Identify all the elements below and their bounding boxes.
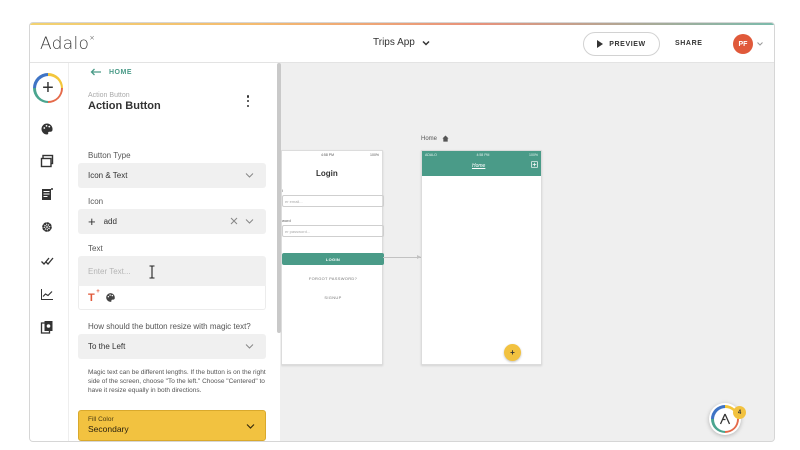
login-screen[interactable]: 4:58 PM 100% Login l er email... word er… — [281, 150, 384, 365]
button-type-value: Icon & Text — [88, 171, 128, 180]
icon-value: add — [103, 217, 117, 226]
app-selector[interactable]: Trips App — [373, 37, 431, 48]
fill-color-value: Secondary — [88, 424, 129, 434]
screen-label-home[interactable]: Home — [421, 135, 449, 142]
chevron-down-icon — [246, 424, 255, 429]
home-app-bar: ADALO 4:58 PM 100% Home — [422, 151, 541, 176]
preview-button[interactable]: PREVIEW — [583, 32, 660, 56]
fill-color-select[interactable]: Fill Color Secondary — [78, 410, 266, 441]
chevron-down-icon — [245, 344, 254, 349]
add-icon[interactable] — [531, 161, 538, 168]
component-type-label: Action Button — [88, 92, 130, 99]
palette-icon[interactable] — [40, 122, 54, 136]
text-label: Text — [88, 244, 103, 253]
analytics-icon[interactable] — [40, 287, 54, 301]
builder-canvas[interactable]: 4:58 PM 100% Login l er email... word er… — [281, 63, 774, 441]
chevron-down-icon[interactable] — [756, 40, 764, 48]
screen-link-arrow — [383, 255, 421, 259]
magic-text-icon[interactable]: T + — [88, 289, 100, 304]
login-button[interactable]: LOGIN — [282, 253, 384, 265]
magic-text-help: Magic text can be different lengths. If … — [88, 369, 266, 394]
screens-icon[interactable] — [40, 154, 54, 168]
clone-icon[interactable] — [40, 320, 54, 334]
top-header: Adalo× Trips App PREVIEW SHARE PF — [30, 25, 774, 63]
button-type-select[interactable]: Icon & Text — [78, 163, 266, 188]
text-cursor-icon — [149, 265, 155, 279]
text-placeholder: Enter Text... — [88, 266, 131, 276]
chevron-down-icon — [245, 173, 254, 178]
password-label: word — [282, 218, 291, 223]
app-window: Adalo× Trips App PREVIEW SHARE PF + HOME… — [29, 22, 775, 442]
add-component-button[interactable]: + — [33, 73, 63, 103]
left-toolbar: + — [30, 63, 68, 441]
password-field[interactable]: er password... — [282, 225, 384, 237]
status-time: 4:58 PM — [476, 152, 490, 157]
button-type-label: Button Type — [88, 151, 131, 160]
status-time: 4:58 PM — [321, 152, 335, 157]
email-field[interactable]: er email... — [282, 195, 384, 207]
chevron-down-icon — [245, 219, 254, 224]
email-label: l — [282, 188, 283, 193]
icon-select[interactable]: + add — [78, 209, 266, 234]
status-bar: 4:58 PM 100% — [282, 151, 382, 158]
publish-icon[interactable] — [40, 254, 54, 268]
text-input[interactable]: Enter Text... — [78, 256, 266, 286]
app-title: Trips App — [373, 37, 415, 48]
home-screen[interactable]: ADALO 4:58 PM 100% Home + — [421, 150, 542, 365]
status-battery: 100% — [529, 152, 538, 157]
screen-label-text: Home — [421, 135, 438, 142]
resize-value: To the Left — [88, 342, 126, 351]
resize-label: How should the button resize with magic … — [88, 322, 251, 331]
logo-text: Adalo — [40, 34, 90, 54]
login-title: Login — [316, 169, 338, 178]
home-app-bar-title: Home — [472, 163, 486, 169]
forgot-password-link[interactable]: FORGOT PASSWORD? — [282, 276, 384, 281]
components-icon[interactable] — [40, 187, 54, 201]
clear-icon[interactable] — [230, 217, 238, 225]
play-icon — [597, 40, 604, 48]
status-carrier: ADALO — [425, 152, 437, 157]
notification-count-badge: 4 — [733, 406, 746, 419]
adalo-help-icon — [719, 413, 731, 425]
status-bar: ADALO 4:58 PM 100% — [422, 151, 541, 158]
back-label: HOME — [109, 68, 132, 76]
settings-icon[interactable] — [40, 220, 54, 234]
add-icon: + — [35, 75, 61, 101]
home-icon — [442, 135, 449, 142]
adalo-logo[interactable]: Adalo× — [40, 34, 95, 54]
properties-panel: HOME Action Button Action Button Button … — [68, 63, 280, 441]
share-button[interactable]: SHARE — [675, 40, 703, 47]
preview-label: PREVIEW — [609, 40, 646, 48]
fill-color-label: Fill Color — [88, 416, 114, 423]
back-to-home-link[interactable]: HOME — [90, 68, 132, 76]
icon-label: Icon — [88, 197, 104, 206]
signup-link[interactable]: SIGNUP — [282, 295, 384, 300]
status-battery: 100% — [370, 152, 379, 157]
more-options-icon[interactable] — [245, 95, 251, 107]
arrow-left-icon — [90, 68, 101, 76]
user-avatar[interactable]: PF — [733, 34, 753, 54]
palette-icon[interactable] — [105, 292, 116, 303]
action-button[interactable]: + — [504, 344, 521, 361]
chevron-down-icon — [422, 40, 430, 46]
add-icon: + — [88, 214, 96, 229]
resize-select[interactable]: To the Left — [78, 334, 266, 359]
text-tools: T + — [78, 286, 266, 310]
component-name[interactable]: Action Button — [88, 100, 161, 112]
